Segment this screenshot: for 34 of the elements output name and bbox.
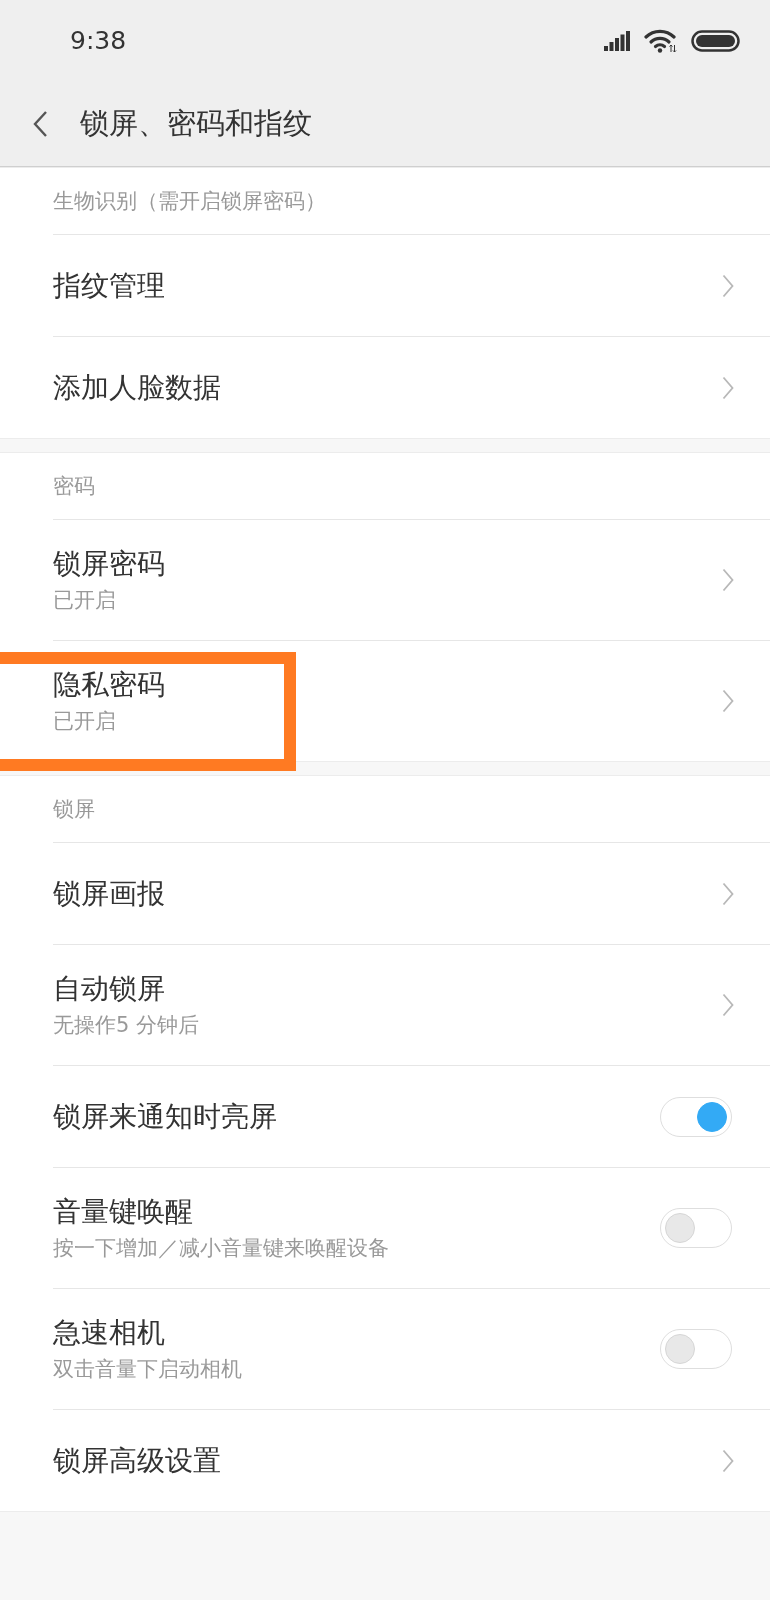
chevron-right-icon <box>722 568 734 592</box>
setting-label[interactable]: 锁屏高级设置 <box>53 1443 221 1478</box>
status-time: 9:38 <box>70 26 127 56</box>
section-header: 密码 <box>53 473 95 500</box>
setting-label[interactable]: 音量键唤醒 <box>53 1194 193 1229</box>
setting-label[interactable]: 自动锁屏 <box>53 971 165 1006</box>
chevron-right-icon <box>722 993 734 1017</box>
setting-label[interactable]: 急速相机 <box>53 1315 165 1350</box>
toggle-switch[interactable] <box>660 1329 732 1369</box>
chevron-right-icon <box>722 375 734 400</box>
setting-status: 双击音量下启动相机 <box>53 1355 242 1383</box>
setting-status: 按一下增加／减小音量键来唤醒设备 <box>53 1234 389 1262</box>
toggle-switch[interactable] <box>660 1208 732 1248</box>
chevron-right-icon <box>722 881 734 906</box>
signal-icon <box>604 31 630 51</box>
back-button[interactable] <box>32 110 48 138</box>
setting-status: 已开启 <box>53 707 116 735</box>
setting-status: 无操作5 分钟后 <box>53 1011 200 1039</box>
setting-status: 已开启 <box>53 586 116 614</box>
setting-label[interactable]: 锁屏画报 <box>53 876 165 911</box>
setting-label[interactable]: 添加人脸数据 <box>53 370 221 405</box>
setting-label[interactable]: 锁屏来通知时亮屏 <box>53 1099 277 1134</box>
setting-label[interactable]: 隐私密码 <box>53 667 165 702</box>
setting-label[interactable]: 锁屏密码 <box>53 546 165 581</box>
toggle-switch[interactable] <box>660 1096 732 1137</box>
wifi-icon <box>644 29 677 53</box>
chevron-right-icon <box>722 689 734 713</box>
section-header: 锁屏 <box>53 796 95 823</box>
chevron-right-icon <box>722 273 734 298</box>
chevron-right-icon <box>722 1448 734 1473</box>
page-title: 锁屏、密码和指纹 <box>80 106 312 142</box>
section-header: 生物识别（需开启锁屏密码） <box>53 188 326 215</box>
setting-label[interactable]: 指纹管理 <box>53 268 165 303</box>
battery-icon <box>691 30 740 52</box>
